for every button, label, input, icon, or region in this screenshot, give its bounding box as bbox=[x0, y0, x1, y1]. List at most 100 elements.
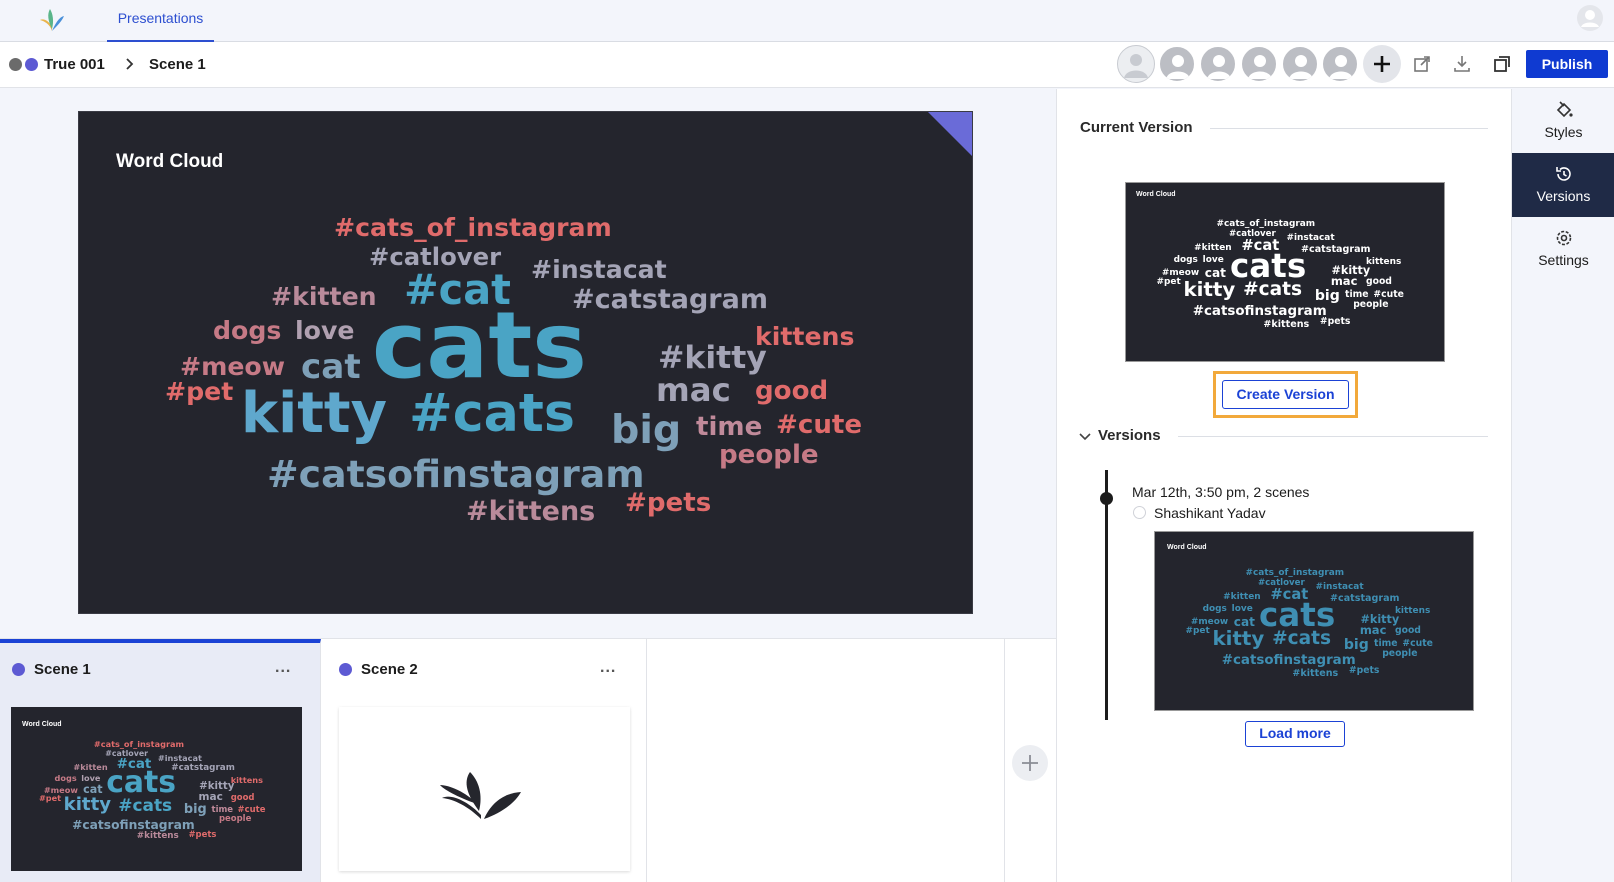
word-cloud-word: #pets bbox=[625, 488, 712, 518]
word-cloud-word: #kittens bbox=[1263, 319, 1310, 331]
word-cloud-word: #kitty bbox=[658, 340, 767, 376]
scene-color-dot bbox=[339, 663, 352, 676]
word-cloud-word: #kittens bbox=[1292, 668, 1339, 680]
slide-canvas[interactable]: Word Cloud #cats_of_instagram #catlover #i… bbox=[78, 111, 973, 614]
word-cloud-word: #pet bbox=[165, 377, 234, 406]
word-cloud-word: #instacat bbox=[1315, 582, 1364, 593]
thumbnail-title: Word Cloud bbox=[22, 721, 62, 728]
scene-menu-button[interactable]: ... bbox=[275, 659, 291, 677]
word-cloud-word: big bbox=[611, 407, 682, 453]
download-icon[interactable] bbox=[1451, 53, 1473, 75]
version-timeline bbox=[1105, 470, 1108, 720]
word-cloud-word: #pet bbox=[1156, 276, 1181, 287]
versions-heading[interactable]: Versions bbox=[1098, 427, 1161, 444]
chevron-right-icon bbox=[126, 58, 134, 70]
app-logo-icon[interactable] bbox=[38, 7, 66, 33]
word-cloud-word: #cute bbox=[237, 803, 266, 814]
user-account-icon[interactable] bbox=[1576, 4, 1604, 32]
collaborator-avatar[interactable] bbox=[1158, 45, 1196, 83]
version-author: Shashikant Yadav bbox=[1154, 505, 1266, 521]
collaborator-avatar[interactable] bbox=[1240, 45, 1278, 83]
word-cloud-word: kitty bbox=[241, 381, 387, 446]
word-cloud-word: #catstagram bbox=[1301, 243, 1371, 255]
word-cloud-word: good bbox=[755, 376, 829, 406]
scene-color-dot bbox=[12, 663, 25, 676]
word-cloud-word: #cats bbox=[409, 384, 575, 444]
app-logo-icon bbox=[440, 772, 521, 819]
side-rail: Styles Versions Settings bbox=[1511, 89, 1614, 882]
word-cloud-word: kitty bbox=[1183, 278, 1236, 302]
word-cloud-word: #kitten bbox=[1194, 243, 1232, 254]
rail-versions[interactable]: Versions bbox=[1512, 153, 1614, 217]
timeline-dot bbox=[1100, 492, 1113, 505]
scene-name: Scene 2 bbox=[361, 661, 418, 678]
word-cloud-word: love bbox=[81, 772, 101, 783]
version-thumbnail[interactable]: #cats_of_instagram #catlover #instacat #kit… bbox=[1154, 531, 1474, 711]
scene-empty-slot bbox=[647, 639, 1005, 882]
breadcrumb-project[interactable]: True 001 bbox=[44, 56, 105, 73]
external-link-icon[interactable] bbox=[1411, 53, 1433, 75]
collaborator-avatar[interactable] bbox=[1281, 45, 1319, 83]
slide-corner-marker bbox=[928, 112, 972, 156]
load-more-button[interactable]: Load more bbox=[1245, 721, 1345, 747]
word-cloud-word: #instacat bbox=[1286, 233, 1335, 244]
word-cloud-word: #catsofinstagram bbox=[72, 817, 195, 832]
word-cloud-word: dogs bbox=[1202, 604, 1227, 615]
word-cloud-word: #cats_of_instagram bbox=[93, 739, 185, 750]
user-icon bbox=[1133, 506, 1146, 519]
word-cloud-word: #pets bbox=[188, 828, 217, 839]
collaborator-avatar[interactable] bbox=[1117, 45, 1155, 83]
slide-title: Word Cloud bbox=[116, 151, 224, 172]
fullscreen-icon[interactable] bbox=[1491, 53, 1513, 75]
gear-icon bbox=[1556, 230, 1572, 246]
history-icon bbox=[1556, 167, 1571, 181]
word-cloud-word: mac bbox=[1330, 274, 1358, 288]
word-cloud-word: dogs bbox=[54, 772, 77, 783]
project-color-dot bbox=[25, 58, 38, 71]
word-cloud-word: love bbox=[1231, 604, 1253, 615]
word-cloud-word: #cats_of_instagram bbox=[334, 213, 612, 242]
top-bar: Presentations bbox=[0, 0, 1614, 42]
scene-thumbnail[interactable] bbox=[339, 707, 630, 871]
current-version-thumbnail: #cats_of_instagram #catlover #instacat #kit… bbox=[1125, 182, 1445, 362]
word-cloud-word: #cats bbox=[118, 794, 173, 815]
word-cloud-word: cats bbox=[372, 292, 587, 399]
rail-styles[interactable]: Styles bbox=[1512, 89, 1614, 153]
word-cloud-word: #cats bbox=[1272, 627, 1331, 649]
scene-card-2[interactable]: Scene 2 ... bbox=[321, 639, 647, 882]
word-cloud-word: kittens bbox=[230, 774, 263, 785]
word-cloud-word: #instacat bbox=[531, 255, 667, 284]
word-cloud-word: cats bbox=[1259, 595, 1336, 634]
chevron-down-icon[interactable] bbox=[1078, 429, 1092, 443]
word-cloud-word: #pets bbox=[1348, 665, 1380, 677]
add-scene-button[interactable] bbox=[1012, 745, 1048, 781]
word-cloud-word: big bbox=[183, 802, 207, 818]
add-collaborator-button[interactable] bbox=[1363, 45, 1401, 83]
word-cloud-word: cat bbox=[301, 347, 361, 387]
word-cloud-word: time bbox=[1374, 638, 1398, 650]
word-cloud-word: love bbox=[295, 316, 355, 345]
word-cloud-word: #catsofinstagram bbox=[1221, 653, 1356, 669]
word-cloud-word: time bbox=[696, 412, 763, 442]
tab-presentations[interactable]: Presentations bbox=[107, 0, 214, 42]
scene-menu-button[interactable]: ... bbox=[600, 659, 616, 677]
word-cloud-word: #kitten bbox=[1223, 592, 1261, 603]
current-version-heading: Current Version bbox=[1080, 119, 1193, 136]
word-cloud-word: #cute bbox=[1373, 288, 1404, 300]
scene-card-1[interactable]: Scene 1 ... #cats_of_instagram #catlover #… bbox=[0, 639, 321, 882]
publish-button[interactable]: Publish bbox=[1526, 50, 1608, 78]
word-cloud-word: #kitten bbox=[271, 282, 377, 311]
word-cloud-word: cats bbox=[1230, 246, 1307, 285]
paint-bucket-icon bbox=[1556, 101, 1573, 118]
plus-icon bbox=[1022, 755, 1038, 771]
word-cloud-word: kitty bbox=[1212, 627, 1265, 651]
rail-settings[interactable]: Settings bbox=[1512, 217, 1614, 281]
word-cloud-word: kitty bbox=[63, 794, 112, 816]
collaborator-avatar[interactable] bbox=[1199, 45, 1237, 83]
collaborator-avatar[interactable] bbox=[1321, 45, 1359, 83]
create-version-button[interactable]: Create Version bbox=[1222, 380, 1349, 409]
scene-thumbnail[interactable]: #cats_of_instagram #catlover #instacat #kit… bbox=[11, 707, 302, 871]
breadcrumb-scene[interactable]: Scene 1 bbox=[149, 56, 206, 73]
plus-icon bbox=[1374, 56, 1390, 72]
rail-label: Versions bbox=[1536, 188, 1591, 204]
